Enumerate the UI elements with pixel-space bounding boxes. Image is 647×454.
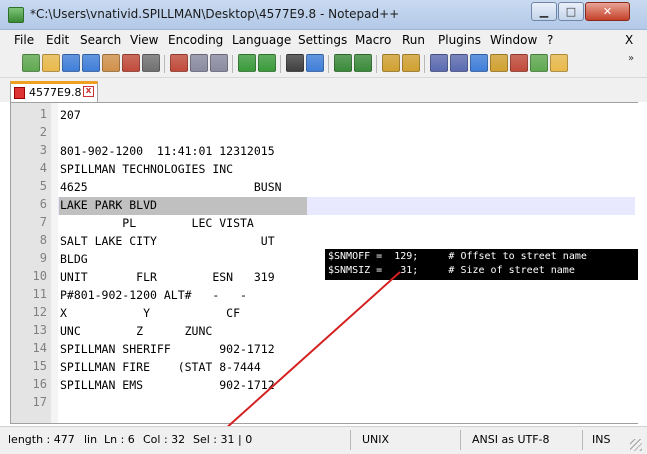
- status-separator: [460, 430, 461, 450]
- status-separator: [582, 430, 583, 450]
- status-encoding[interactable]: ANSI as UTF-8: [472, 433, 550, 446]
- status-eol[interactable]: UNIX: [362, 433, 389, 446]
- status-mode[interactable]: INS: [592, 433, 610, 446]
- red-arrow: [223, 271, 401, 431]
- status-separator: [350, 430, 351, 450]
- status-length: length : 477: [8, 433, 75, 446]
- arrow-line: [223, 271, 401, 431]
- status-lines: lin: [84, 433, 98, 446]
- status-sel: Sel : 31 | 0: [193, 433, 253, 446]
- status-bar: length : 477 lin Ln : 6 Col : 32 Sel : 3…: [0, 426, 647, 454]
- status-col: Col : 32: [143, 433, 186, 446]
- resize-grip-icon[interactable]: [630, 439, 642, 451]
- status-ln: Ln : 6: [104, 433, 135, 446]
